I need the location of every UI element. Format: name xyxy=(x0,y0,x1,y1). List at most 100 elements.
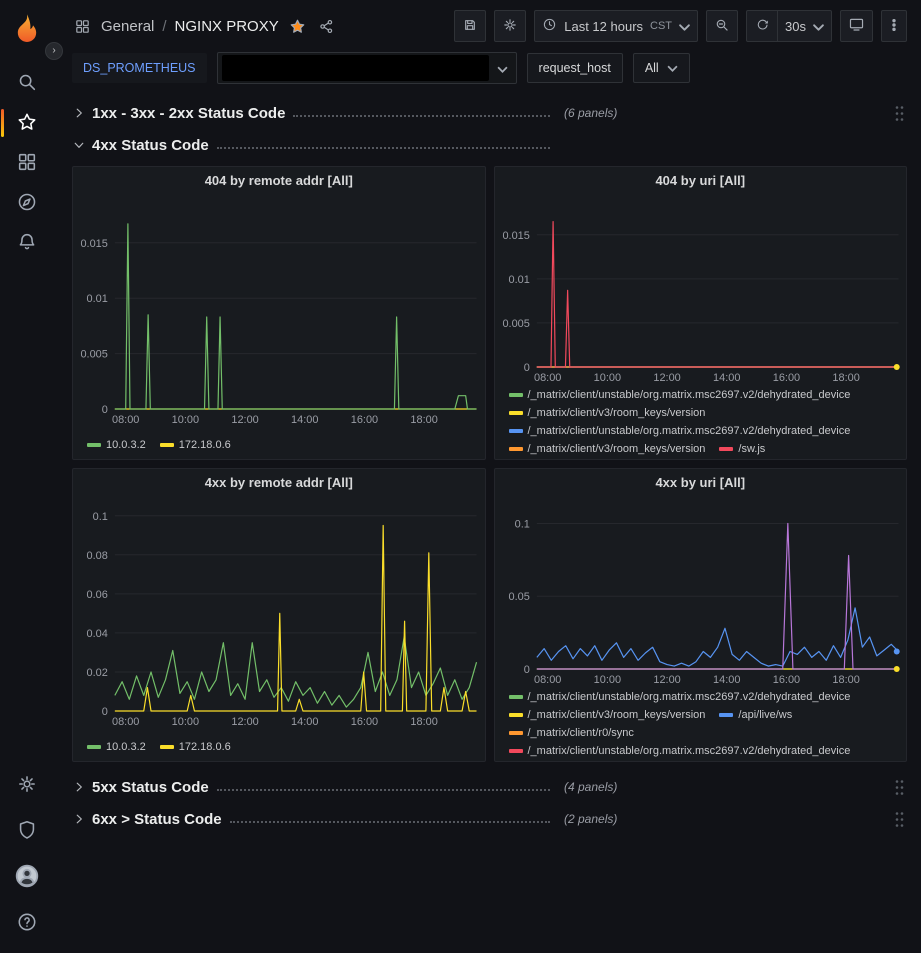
tv-mode-button[interactable] xyxy=(840,10,873,42)
legend-item[interactable]: 10.0.3.2 xyxy=(87,741,146,753)
panel-404-by-remote-addr: 404 by remote addr [All] 00.0050.010.015… xyxy=(72,166,486,460)
sidebar-item-explore[interactable] xyxy=(0,183,54,223)
legend-series-name: /_matrix/client/unstable/org.matrix.msc2… xyxy=(528,745,851,757)
legend-item[interactable]: /api/live/ws xyxy=(719,709,792,721)
row-title: 1xx - 3xx - 2xx Status Code xyxy=(92,105,285,122)
row-drag-handle[interactable] xyxy=(894,810,907,829)
top-nav: General / NGINX PROXY xyxy=(54,0,921,52)
row-5xx[interactable]: 5xx Status Code (4 panels) xyxy=(72,772,907,802)
sidebar-item-alerting[interactable] xyxy=(0,223,54,263)
legend-series-swatch xyxy=(719,447,733,451)
variable-request-host-dropdown[interactable]: All xyxy=(633,53,690,83)
panel-title[interactable]: 4xx by remote addr [All] xyxy=(73,469,485,497)
dashboard-settings-button[interactable] xyxy=(494,10,526,42)
zoom-out-button[interactable] xyxy=(706,10,738,42)
sidebar-item-dashboards[interactable] xyxy=(0,143,54,183)
refresh-button[interactable] xyxy=(746,10,778,42)
legend-item[interactable]: 172.18.0.6 xyxy=(160,439,231,451)
legend-item[interactable]: /sw.js xyxy=(719,443,765,455)
svg-text:18:00: 18:00 xyxy=(410,414,437,426)
legend-series-name: /sw.js xyxy=(738,443,765,455)
save-dashboard-button[interactable] xyxy=(454,10,486,42)
svg-text:12:00: 12:00 xyxy=(231,414,258,426)
panel-title[interactable]: 404 by remote addr [All] xyxy=(73,167,485,195)
row-4xx[interactable]: 4xx Status Code xyxy=(72,130,907,160)
svg-text:0: 0 xyxy=(102,706,108,718)
svg-text:18:00: 18:00 xyxy=(832,372,859,384)
grafana-logo-icon[interactable] xyxy=(7,9,47,49)
row-title: 5xx Status Code xyxy=(92,779,209,796)
legend-item[interactable]: /_matrix/client/r0/sync xyxy=(509,727,634,739)
refresh-interval-dropdown[interactable]: 30s xyxy=(778,10,832,42)
row-1xx-3xx-2xx[interactable]: 1xx - 3xx - 2xx Status Code (6 panels) xyxy=(72,98,907,128)
legend-item[interactable]: /_matrix/client/unstable/org.matrix.msc2… xyxy=(509,389,851,401)
legend-item[interactable]: /_matrix/client/unstable/org.matrix.msc2… xyxy=(509,425,851,437)
legend-series-name: /_matrix/client/r0/sync xyxy=(528,727,634,739)
legend-series-swatch xyxy=(509,749,523,753)
panel-title[interactable]: 404 by uri [All] xyxy=(495,167,907,195)
svg-text:0.02: 0.02 xyxy=(87,667,108,679)
legend-item[interactable]: /_matrix/client/unstable/org.matrix.msc2… xyxy=(509,745,851,757)
clock-icon xyxy=(542,17,557,35)
svg-text:0.01: 0.01 xyxy=(87,293,108,305)
shield-icon xyxy=(16,819,38,844)
sidebar-item-settings[interactable] xyxy=(0,765,54,805)
sidebar-item-server-admin[interactable] xyxy=(0,811,54,851)
legend-item[interactable]: /_matrix/client/unstable/org.matrix.msc2… xyxy=(509,691,851,703)
panel-grid: 404 by remote addr [All] 00.0050.010.015… xyxy=(72,166,907,762)
row-drag-handle[interactable] xyxy=(894,104,907,123)
panel-legend: 10.0.3.2 172.18.0.6 xyxy=(73,435,485,459)
legend-series-swatch xyxy=(160,745,174,749)
panel-title[interactable]: 4xx by uri [All] xyxy=(495,469,907,497)
legend-item[interactable]: 172.18.0.6 xyxy=(160,741,231,753)
legend-series-swatch xyxy=(509,695,523,699)
row-panel-count: (6 panels) xyxy=(564,106,617,120)
star-icon xyxy=(16,111,38,136)
svg-text:08:00: 08:00 xyxy=(112,716,139,728)
svg-text:10:00: 10:00 xyxy=(593,674,620,686)
sidebar-item-help[interactable] xyxy=(0,903,54,943)
row-6xx[interactable]: 6xx > Status Code (2 panels) xyxy=(72,804,907,834)
breadcrumb-section[interactable]: General xyxy=(101,18,154,35)
svg-text:0.08: 0.08 xyxy=(87,550,108,562)
share-icon[interactable] xyxy=(316,16,337,37)
svg-text:16:00: 16:00 xyxy=(772,674,799,686)
user-avatar xyxy=(14,863,40,892)
svg-text:0: 0 xyxy=(523,664,529,676)
chevron-down-icon xyxy=(667,61,678,75)
gear-icon xyxy=(502,17,518,36)
svg-text:0.04: 0.04 xyxy=(87,628,108,640)
time-range-picker[interactable]: Last 12 hours CST xyxy=(534,10,698,42)
legend-series-swatch xyxy=(160,443,174,447)
save-icon xyxy=(462,17,478,36)
row-drag-handle[interactable] xyxy=(894,778,907,797)
svg-text:16:00: 16:00 xyxy=(351,716,378,728)
legend-item[interactable]: 10.0.3.2 xyxy=(87,439,146,451)
time-series-chart[interactable]: 00.020.040.060.080.108:0010:0012:0014:00… xyxy=(73,497,485,729)
svg-text:12:00: 12:00 xyxy=(653,372,680,384)
time-series-chart[interactable]: 00.050.108:0010:0012:0014:0016:0018:00 xyxy=(495,497,907,687)
chevron-right-icon xyxy=(72,812,92,826)
apps-grid-icon[interactable] xyxy=(72,16,93,37)
more-options-button[interactable] xyxy=(881,10,907,42)
svg-text:08:00: 08:00 xyxy=(534,674,561,686)
sidebar-item-search[interactable] xyxy=(0,63,54,103)
legend-series-name: /_matrix/client/v3/room_keys/version xyxy=(528,443,706,455)
time-series-chart[interactable]: 00.0050.010.01508:0010:0012:0014:0016:00… xyxy=(495,195,907,385)
chevron-right-icon xyxy=(72,780,92,794)
row-panel-count: (4 panels) xyxy=(564,780,617,794)
compass-icon xyxy=(16,191,38,216)
legend-item[interactable]: /_matrix/client/v3/room_keys/version xyxy=(509,709,706,721)
time-series-chart[interactable]: 00.0050.010.01508:0010:0012:0014:0016:00… xyxy=(73,195,485,427)
legend-item[interactable]: /_matrix/client/v3/room_keys/version xyxy=(509,443,706,455)
variable-host-select[interactable] xyxy=(217,52,517,84)
sidebar-item-profile[interactable] xyxy=(0,857,54,897)
variable-ds-prometheus-label[interactable]: DS_PROMETHEUS xyxy=(72,53,207,83)
sidebar-expand-chevron-icon[interactable]: › xyxy=(45,42,63,60)
variable-request-host-label[interactable]: request_host xyxy=(527,53,623,83)
favorite-star-icon[interactable] xyxy=(287,16,308,37)
time-range-label: Last 12 hours xyxy=(564,19,643,34)
sidebar-item-starred[interactable] xyxy=(0,103,54,143)
svg-text:0: 0 xyxy=(102,404,108,416)
legend-item[interactable]: /_matrix/client/v3/room_keys/version xyxy=(509,407,706,419)
